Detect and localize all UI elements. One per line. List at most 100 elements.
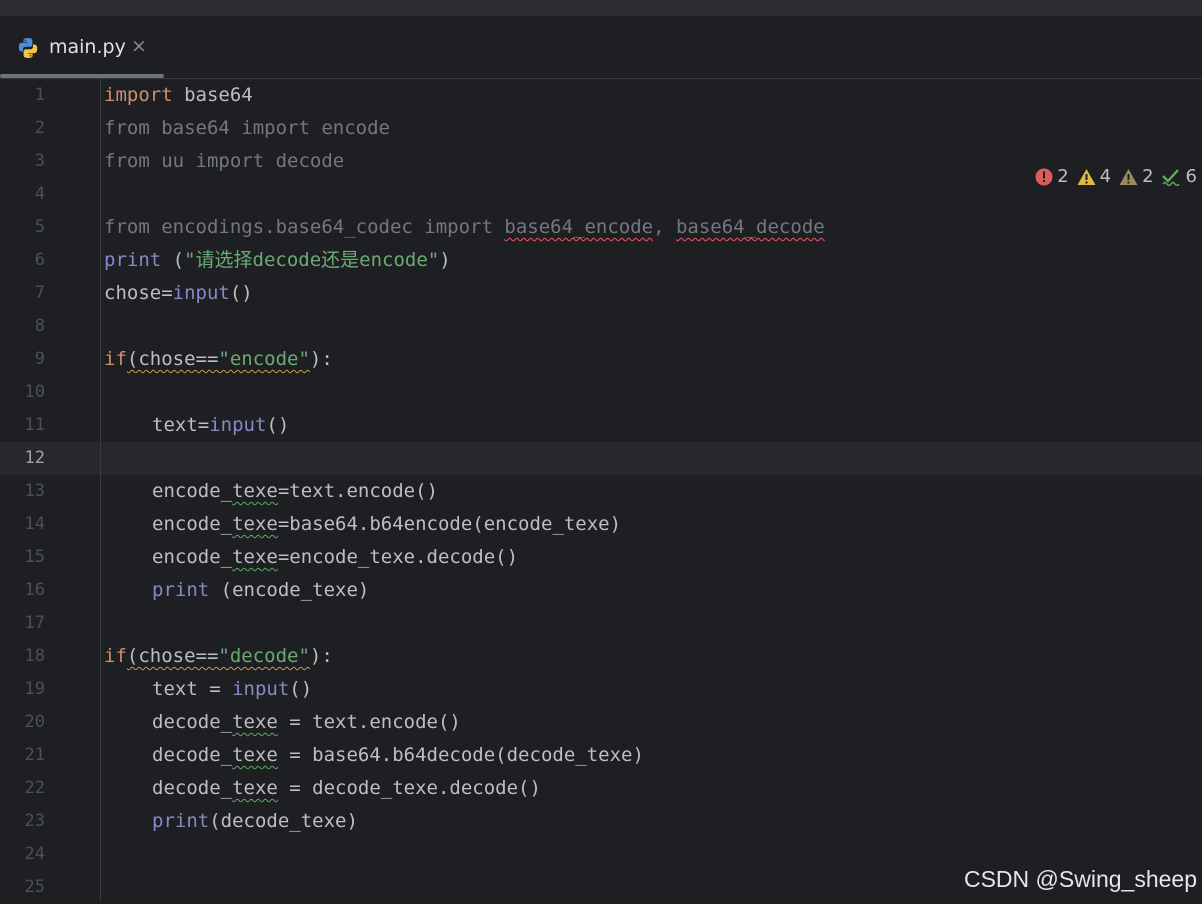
typo-word: texe — [232, 546, 278, 568]
line-number: 13 — [24, 481, 45, 501]
code-text: = decode_texe.decode() — [277, 777, 541, 799]
line-number: 16 — [24, 580, 45, 600]
line-number: 3 — [34, 151, 45, 171]
typo-word: texe — [232, 777, 278, 799]
code-text: ): — [309, 348, 333, 370]
builtin-function: print — [104, 249, 162, 271]
line-number: 15 — [24, 547, 45, 567]
code-text: = text.encode() — [277, 711, 461, 733]
code-text: () — [229, 282, 253, 304]
line-number: 24 — [24, 844, 45, 864]
code-text: encode_ — [152, 546, 233, 568]
watermark: CSDN @Swing_sheep — [963, 866, 1197, 892]
active-tab-indicator — [0, 74, 164, 78]
code-text: (decode_texe) — [209, 810, 358, 832]
code-text: () — [289, 678, 313, 700]
code-text: decode_ — [152, 777, 233, 799]
code-text: encode_ — [152, 480, 233, 502]
line-number: 11 — [24, 415, 45, 435]
keyword: import — [104, 84, 173, 106]
typo-word: texe — [232, 480, 278, 502]
code-text: ): — [309, 645, 333, 667]
code-line[interactable]: encode_texe=encode_texe.decode() — [152, 541, 518, 574]
code-line[interactable]: if(chose=="encode"): — [104, 343, 333, 376]
typo-word: texe — [232, 513, 278, 535]
line-number: 23 — [24, 811, 45, 831]
pep8-warning: (chose== — [126, 348, 219, 370]
code-text: ( — [161, 249, 185, 271]
builtin-function: input — [172, 282, 230, 304]
code-line[interactable]: import base64 — [104, 79, 253, 112]
line-number-current: 12 — [24, 448, 45, 468]
builtin-function: print — [152, 810, 210, 832]
code-text: (encode_texe) — [209, 579, 370, 601]
line-number: 19 — [24, 679, 45, 699]
line-number: 1 — [34, 85, 45, 105]
builtin-function: print — [152, 579, 210, 601]
code-text: = base64.b64decode(decode_texe) — [277, 744, 644, 766]
line-number: 22 — [24, 778, 45, 798]
code-line[interactable]: chose=input() — [104, 277, 253, 310]
line-number: 21 — [24, 745, 45, 765]
code-text: decode_ — [152, 711, 233, 733]
code-text: () — [266, 414, 290, 436]
code-line[interactable]: print ("请选择decode还是encode") — [104, 244, 451, 277]
typo-word: texe — [232, 744, 278, 766]
line-number: 7 — [34, 283, 45, 303]
code-line[interactable]: encode_texe=text.encode() — [152, 475, 438, 508]
line-number: 10 — [24, 382, 45, 402]
code-line[interactable]: decode_texe = base64.b64decode(decode_te… — [152, 739, 644, 772]
line-number: 9 — [34, 349, 45, 369]
window-top-strip — [0, 0, 1202, 16]
tab-main-py[interactable]: main.py × — [0, 16, 164, 78]
code-text: =base64.b64encode(encode_texe) — [277, 513, 622, 535]
line-number: 6 — [34, 250, 45, 270]
code-text: , — [653, 216, 676, 238]
line-number: 4 — [34, 184, 45, 204]
code-line[interactable]: from base64 import encode — [104, 112, 390, 145]
line-number: 17 — [24, 613, 45, 633]
string-literal: "请选择decode还是encode" — [184, 249, 440, 271]
code-line[interactable]: decode_texe = decode_texe.decode() — [152, 772, 541, 805]
unresolved-reference: base64_decode — [675, 216, 825, 238]
code-text: text = — [152, 678, 233, 700]
code-text: encode_ — [152, 513, 233, 535]
editor-tab-bar: main.py × — [0, 16, 1202, 79]
code-line[interactable]: text = input() — [152, 673, 312, 706]
typo-word: texe — [232, 711, 278, 733]
python-icon — [18, 38, 38, 58]
line-number: 18 — [24, 646, 45, 666]
keyword: if — [104, 645, 127, 667]
code-text: text= — [152, 414, 210, 436]
keyword: if — [104, 348, 127, 370]
unresolved-reference: base64_encode — [504, 216, 654, 238]
code-line[interactable]: print(decode_texe) — [152, 805, 358, 838]
close-icon[interactable]: × — [131, 35, 147, 57]
line-number: 25 — [24, 877, 45, 897]
builtin-function: input — [209, 414, 267, 436]
code-text: from encodings.base64_codec import — [104, 216, 505, 238]
builtin-function: input — [232, 678, 290, 700]
code-line[interactable]: from uu import decode — [104, 145, 344, 178]
code-text: chose= — [104, 282, 173, 304]
string-literal: "encode" — [218, 348, 310, 370]
line-number: 14 — [24, 514, 45, 534]
line-number: 2 — [34, 118, 45, 138]
code-text: =text.encode() — [277, 480, 438, 502]
code-line[interactable]: if(chose=="decode"): — [104, 640, 333, 673]
line-number: 8 — [34, 316, 45, 336]
code-text: ) — [439, 249, 451, 271]
tab-label: main.py — [49, 36, 126, 58]
pep8-warning: (chose== — [126, 645, 219, 667]
string-literal: "decode" — [218, 645, 310, 667]
code-text: base64 — [172, 84, 253, 106]
code-text: =encode_texe.decode() — [277, 546, 519, 568]
line-number: 20 — [24, 712, 45, 732]
code-line[interactable]: text=input() — [152, 409, 289, 442]
code-line[interactable]: decode_texe = text.encode() — [152, 706, 461, 739]
code-line[interactable]: encode_texe=base64.b64encode(encode_texe… — [152, 508, 621, 541]
code-editor[interactable]: 2 4 2 6 1 2 3 4 5 6 7 8 9 10 11 12 13 14… — [0, 79, 1202, 900]
code-line[interactable]: print (encode_texe) — [152, 574, 369, 607]
line-number: 5 — [34, 217, 45, 237]
code-line[interactable]: from encodings.base64_codec import base6… — [104, 211, 825, 244]
